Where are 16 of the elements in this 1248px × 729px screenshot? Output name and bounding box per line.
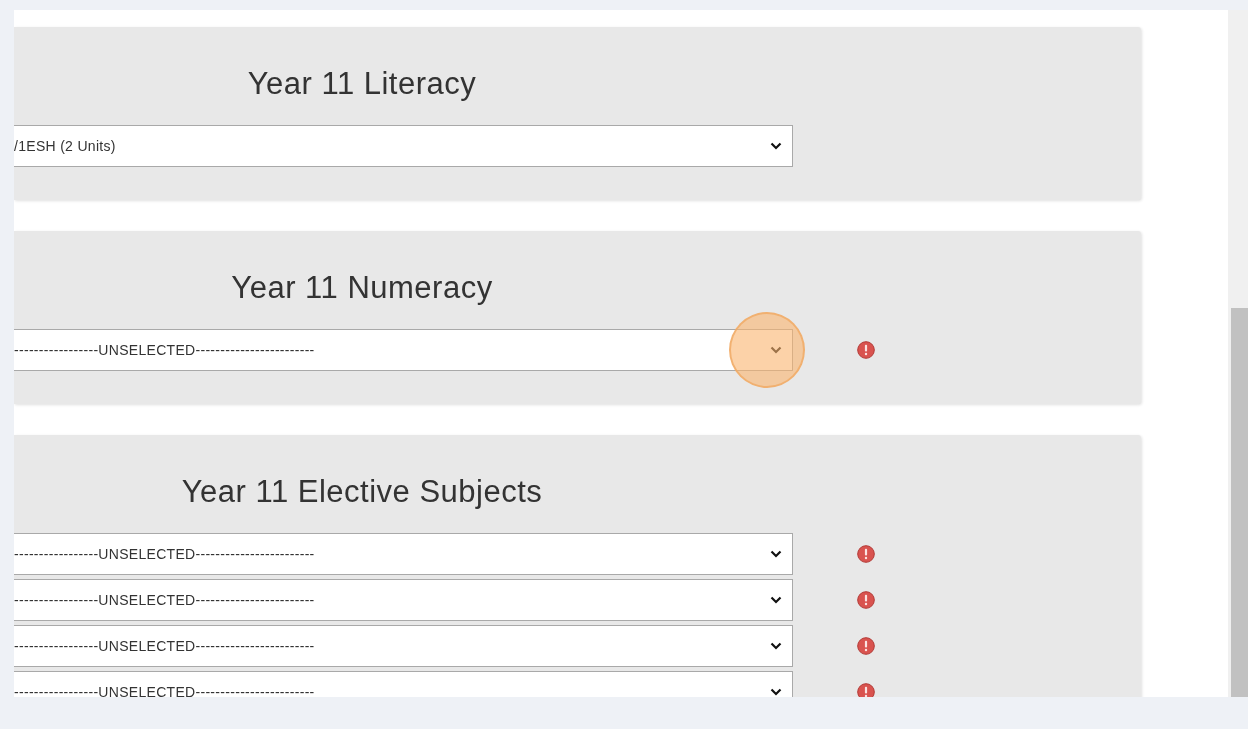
section-title: Year 11 Elective Subjects bbox=[180, 473, 544, 511]
section-title: Year 11 Numeracy bbox=[230, 269, 494, 307]
chevron-down-icon bbox=[770, 642, 782, 650]
subject-dropdown[interactable]: -----------------UNSELECTED------------------------ bbox=[14, 671, 793, 697]
subject-dropdown[interactable]: -----------------UNSELECTED------------------------ bbox=[14, 329, 793, 371]
section-title: Year 11 Literacy bbox=[246, 65, 478, 103]
subject-dropdown[interactable]: /1ESH (2 Units) bbox=[14, 125, 793, 167]
subject-dropdown[interactable]: -----------------UNSELECTED------------------------ bbox=[14, 579, 793, 621]
chevron-down-icon bbox=[770, 596, 782, 604]
chevron-down-icon bbox=[770, 346, 782, 354]
chevron-down-icon bbox=[770, 688, 782, 696]
chevron-down-icon bbox=[770, 550, 782, 558]
scrollbar-thumb[interactable] bbox=[1231, 308, 1248, 697]
chevron-down-icon bbox=[770, 142, 782, 150]
subject-dropdown[interactable]: -----------------UNSELECTED------------------------ bbox=[14, 533, 793, 575]
subject-dropdown[interactable]: -----------------UNSELECTED------------------------ bbox=[14, 625, 793, 667]
